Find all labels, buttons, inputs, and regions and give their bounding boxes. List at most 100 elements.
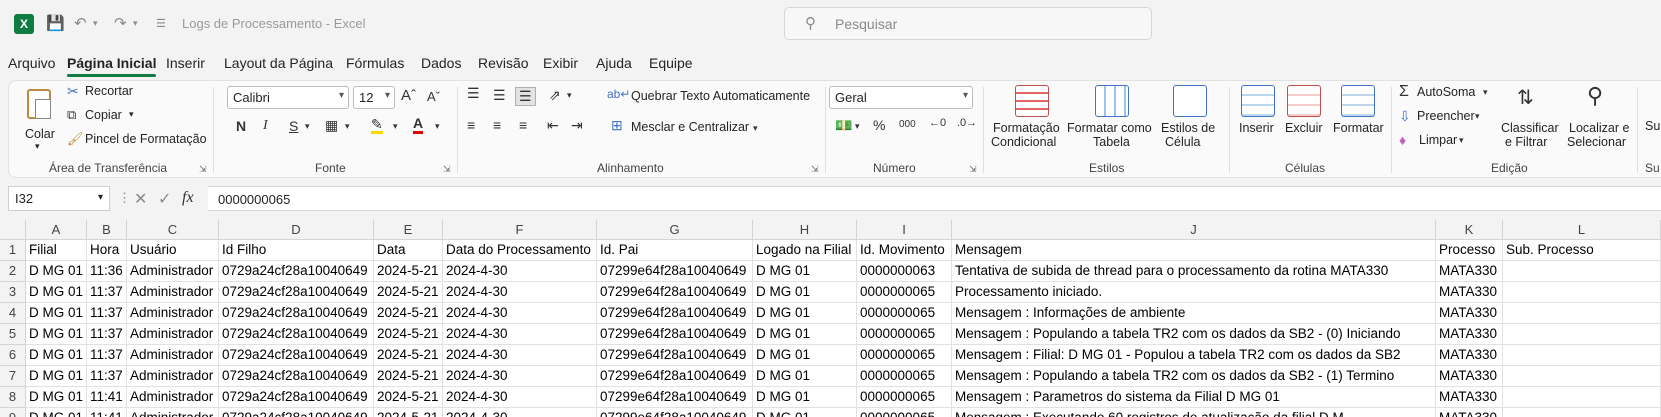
table-cell[interactable]: 2024-4-30	[443, 324, 597, 345]
conditional-formatting-button[interactable]: Formatação Condicional	[991, 83, 1071, 149]
column-header-g[interactable]: G	[597, 220, 753, 240]
row-header[interactable]: 2	[0, 261, 26, 282]
paste-button[interactable]: Colar ▾	[23, 87, 57, 151]
table-cell[interactable]: D MG 01	[753, 324, 857, 345]
row-header[interactable]: 3	[0, 282, 26, 303]
table-cell[interactable]: D MG 01	[26, 387, 87, 408]
table-cell[interactable]: 07299e64f28a10040649	[597, 282, 753, 303]
table-cell[interactable]: 0729a24cf28a10040649	[219, 324, 374, 345]
cell-styles-button[interactable]: Estilos de Célula	[1159, 83, 1219, 149]
table-cell[interactable]: Mensagem : Filial: D MG 01 - Populou a t…	[952, 345, 1436, 366]
table-cell[interactable]: 2024-5-21	[374, 366, 443, 387]
table-cell[interactable]: 0729a24cf28a10040649	[219, 303, 374, 324]
increase-decimal-icon[interactable]: ←0	[929, 117, 946, 129]
delete-cells-button[interactable]: Excluir	[1283, 83, 1327, 149]
decrease-font-icon[interactable]: Aˇ	[427, 89, 440, 104]
align-right-icon[interactable]: ≡	[519, 117, 527, 133]
font-color-icon[interactable]: A	[413, 116, 424, 134]
header-cell[interactable]: Filial	[26, 240, 87, 261]
table-cell[interactable]: 0000000065	[857, 303, 952, 324]
tab-formulas[interactable]: Fórmulas	[346, 55, 404, 71]
table-cell[interactable]: 2024-4-30	[443, 408, 597, 417]
table-cell[interactable]: 2024-4-30	[443, 303, 597, 324]
sort-filter-button[interactable]: ⇅ Classificar e Filtrar	[1501, 83, 1563, 149]
table-cell[interactable]: 0729a24cf28a10040649	[219, 408, 374, 417]
tab-dados[interactable]: Dados	[421, 55, 461, 71]
fill-dropdown-icon[interactable]: ▾	[1475, 111, 1480, 122]
table-cell[interactable]: Mensagem : Executando 60 registros de at…	[952, 408, 1436, 417]
table-cell[interactable]: 2024-5-21	[374, 282, 443, 303]
table-cell[interactable]: 0000000065	[857, 282, 952, 303]
insert-function-icon[interactable]: fx	[182, 189, 194, 207]
truncated-ribbon-label[interactable]: Sup	[1645, 119, 1661, 133]
table-cell[interactable]: D MG 01	[26, 261, 87, 282]
clipboard-launcher-icon[interactable]: ⇲	[199, 164, 207, 175]
header-cell[interactable]: Id. Movimento	[857, 240, 952, 261]
table-cell[interactable]: D MG 01	[753, 261, 857, 282]
table-cell[interactable]: 07299e64f28a10040649	[597, 345, 753, 366]
font-launcher-icon[interactable]: ⇲	[443, 164, 451, 175]
percent-style-icon[interactable]: %	[873, 117, 885, 133]
copy-button[interactable]: Copiar	[85, 108, 122, 122]
table-cell[interactable]: D MG 01	[753, 303, 857, 324]
column-header-a[interactable]: A	[26, 220, 87, 240]
alignment-launcher-icon[interactable]: ⇲	[811, 164, 819, 175]
table-cell[interactable]: 0729a24cf28a10040649	[219, 345, 374, 366]
format-cells-button[interactable]: Formatar	[1331, 83, 1385, 149]
header-cell[interactable]: Hora	[87, 240, 127, 261]
table-cell[interactable]: 0000000065	[857, 324, 952, 345]
column-header-j[interactable]: J	[952, 220, 1436, 240]
header-cell[interactable]: Id Filho	[219, 240, 374, 261]
table-cell[interactable]: 2024-4-30	[443, 282, 597, 303]
table-cell[interactable]: D MG 01	[753, 387, 857, 408]
header-cell[interactable]: Logado na Filial	[753, 240, 857, 261]
table-cell[interactable]: Processamento iniciado.	[952, 282, 1436, 303]
insert-cells-button[interactable]: Inserir	[1237, 83, 1281, 149]
font-name-select[interactable]: Calibri ▾	[227, 86, 349, 109]
column-header-f[interactable]: F	[443, 220, 597, 240]
column-header-c[interactable]: C	[127, 220, 219, 240]
table-cell[interactable]: Tentativa de subida de thread para o pro…	[952, 261, 1436, 282]
table-cell[interactable]: Administrador	[127, 324, 219, 345]
table-cell[interactable]: Administrador	[127, 345, 219, 366]
table-cell[interactable]: Administrador	[127, 261, 219, 282]
align-left-icon[interactable]: ≡	[467, 117, 475, 133]
borders-dropdown-icon[interactable]: ▾	[345, 121, 350, 132]
header-cell[interactable]: Mensagem	[952, 240, 1436, 261]
bold-button[interactable]: N	[236, 118, 246, 134]
increase-indent-icon[interactable]: ⇥	[571, 117, 583, 134]
table-cell[interactable]: Administrador	[127, 282, 219, 303]
table-cell[interactable]: 2024-5-21	[374, 387, 443, 408]
row-header[interactable]: 9	[0, 408, 26, 417]
fill-color-dropdown-icon[interactable]: ▾	[393, 121, 398, 132]
column-header-l[interactable]: L	[1503, 220, 1661, 240]
table-cell[interactable]: D MG 01	[26, 345, 87, 366]
align-center-icon[interactable]: ≡	[493, 117, 501, 133]
table-cell[interactable]: D MG 01	[26, 303, 87, 324]
table-cell[interactable]	[1503, 408, 1661, 417]
orientation-icon[interactable]: ⇗	[549, 87, 561, 104]
table-cell[interactable]: Mensagem : Populando a tabela TR2 com os…	[952, 324, 1436, 345]
merge-dropdown-icon[interactable]: ▾	[753, 123, 758, 134]
table-cell[interactable]: 11:41	[87, 408, 127, 417]
cut-button[interactable]: Recortar	[85, 84, 133, 98]
table-cell[interactable]: D MG 01	[26, 408, 87, 417]
borders-icon[interactable]: ▦	[325, 117, 338, 134]
table-cell[interactable]	[1503, 261, 1661, 282]
table-cell[interactable]: Administrador	[127, 303, 219, 324]
table-cell[interactable]: 11:37	[87, 324, 127, 345]
fill-color-icon[interactable]: ✎	[371, 117, 383, 134]
wrap-text-button[interactable]: Quebrar Texto Automaticamente	[631, 89, 810, 103]
table-cell[interactable]	[1503, 387, 1661, 408]
font-size-select[interactable]: 12 ▾	[353, 86, 395, 109]
table-cell[interactable]: 07299e64f28a10040649	[597, 324, 753, 345]
table-cell[interactable]: D MG 01	[26, 366, 87, 387]
table-cell[interactable]: 07299e64f28a10040649	[597, 387, 753, 408]
table-cell[interactable]: 0000000065	[857, 387, 952, 408]
decrease-decimal-icon[interactable]: .0→	[957, 117, 977, 129]
table-cell[interactable]: Administrador	[127, 387, 219, 408]
header-cell[interactable]: Processo	[1436, 240, 1503, 261]
tab-inserir[interactable]: Inserir	[166, 55, 205, 71]
undo-dropdown-icon[interactable]: ▾	[93, 18, 98, 29]
table-cell[interactable]: 0729a24cf28a10040649	[219, 282, 374, 303]
